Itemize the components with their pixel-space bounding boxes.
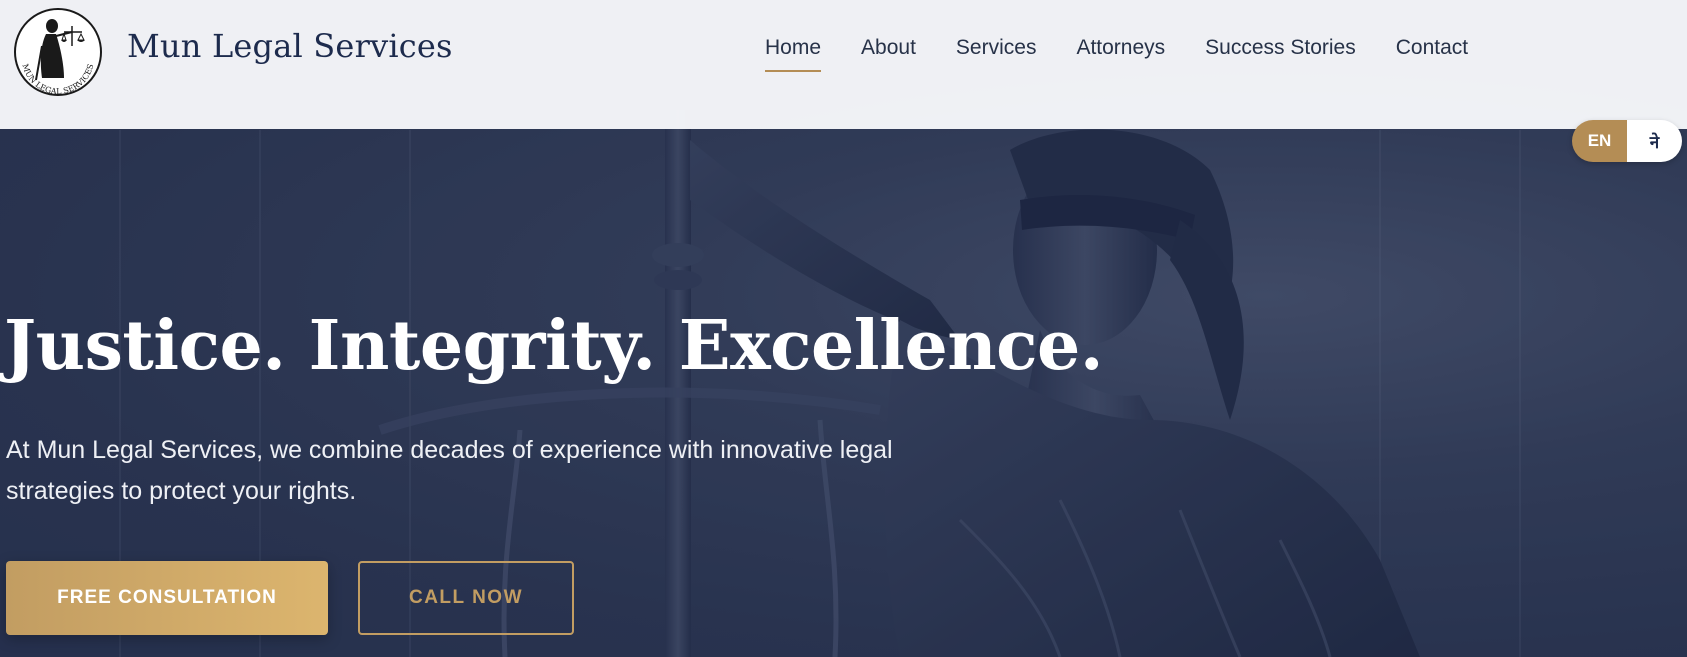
lady-justice-icon: MUN LEGAL SERVICES	[14, 8, 102, 96]
nav-services[interactable]: Services	[956, 36, 1037, 72]
brand-name[interactable]: Mun Legal Services	[127, 27, 453, 65]
logo[interactable]: MUN LEGAL SERVICES	[12, 6, 104, 98]
nav-contact[interactable]: Contact	[1396, 36, 1468, 72]
language-option-english[interactable]: EN	[1572, 120, 1627, 162]
hero-title: Justice. Integrity. Excellence.	[4, 306, 1104, 386]
free-consultation-button[interactable]: FREE CONSULTATION	[6, 561, 328, 635]
call-now-button[interactable]: CALL NOW	[358, 561, 574, 635]
hero-subtitle: At Mun Legal Services, we combine decade…	[6, 436, 893, 505]
site-header: MUN LEGAL SERVICES Mun Legal Services Ho…	[0, 0, 1687, 129]
nav-home[interactable]: Home	[765, 36, 822, 72]
nav-success-stories[interactable]: Success Stories	[1205, 36, 1356, 72]
nav-attorneys[interactable]: Attorneys	[1076, 36, 1165, 72]
language-toggle: EN ने	[1572, 120, 1682, 162]
nav-about[interactable]: About	[861, 36, 916, 72]
main-nav: Home About Services Attorneys Success St…	[765, 36, 1468, 72]
language-option-nepali[interactable]: ने	[1627, 120, 1682, 162]
